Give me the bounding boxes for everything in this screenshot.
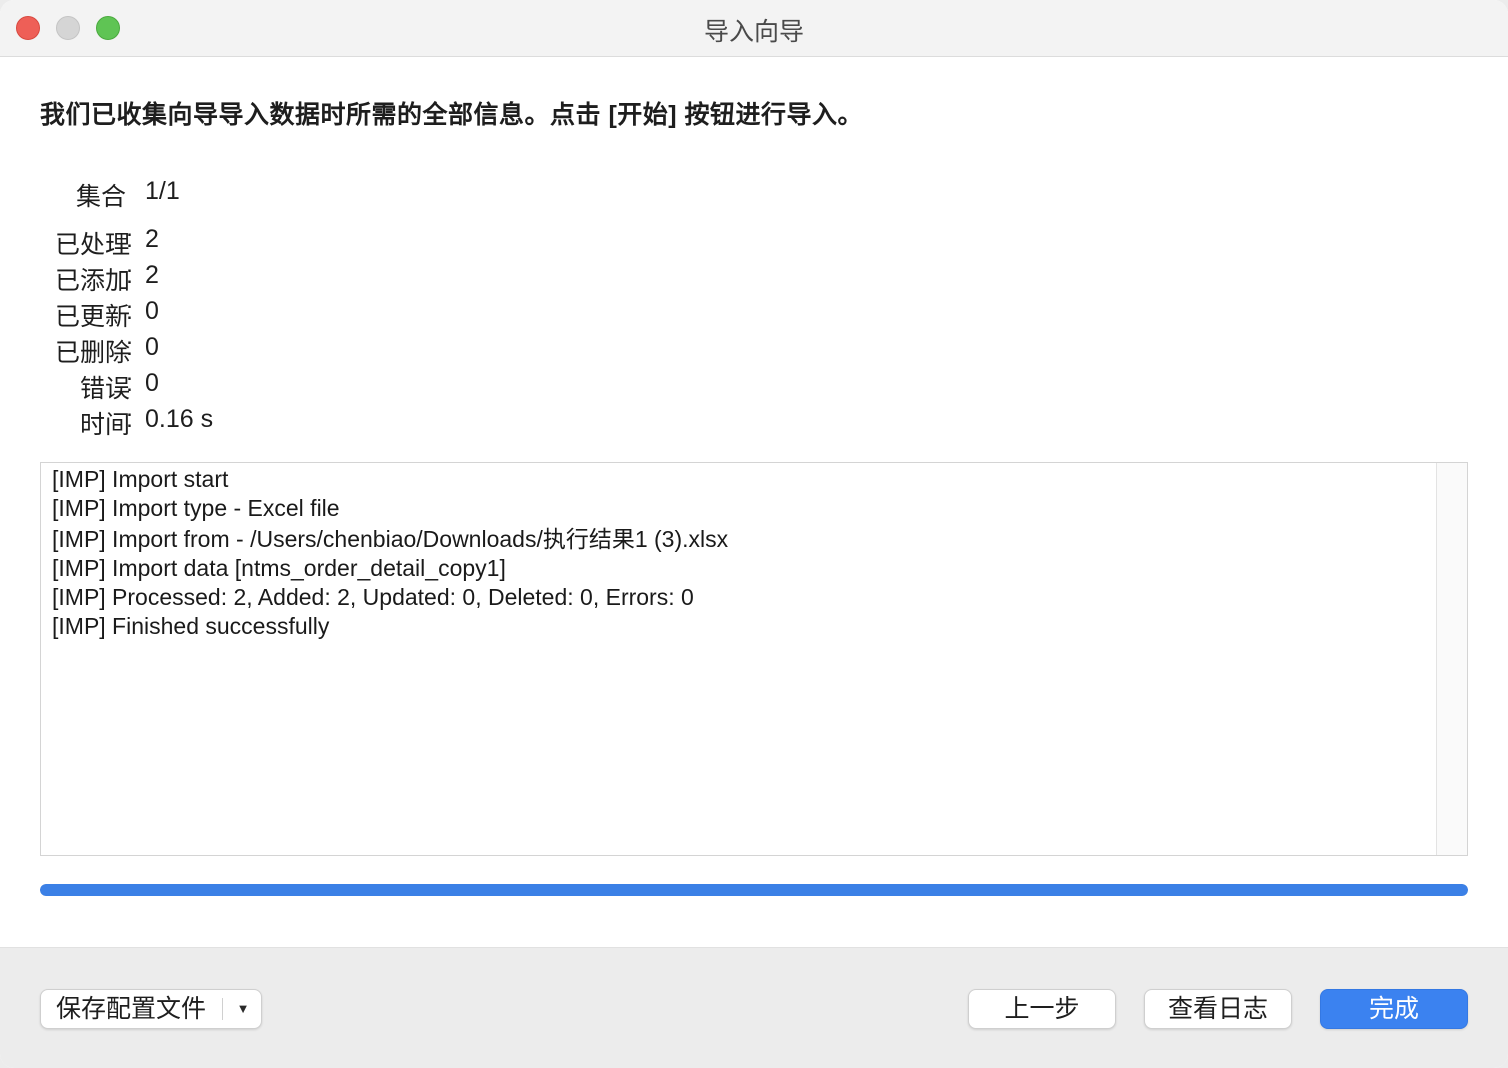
stat-row-time: 时间 : 0.16 s xyxy=(40,405,440,439)
stat-colon: : xyxy=(126,297,133,325)
finish-button[interactable]: 完成 xyxy=(1320,989,1468,1029)
dropdown-arrow-icon[interactable]: ▼ xyxy=(225,990,261,1028)
stat-value: 2 xyxy=(145,225,159,253)
stat-row-errors: 错误 : 0 xyxy=(40,369,440,403)
intro-text: 我们已收集向导导入数据时所需的全部信息。点击 [开始] 按钮进行导入。 xyxy=(40,101,864,129)
log-line: [IMP] Import start xyxy=(52,466,229,492)
stat-row-deleted: 已删除 : 0 xyxy=(40,333,440,367)
stat-label: 时间 xyxy=(79,411,130,439)
stat-label: 集合 xyxy=(75,183,126,211)
stat-label: 错误 xyxy=(79,375,130,403)
stat-label: 已删除 xyxy=(54,339,130,367)
wizard-footer: 保存配置文件 ▼ 上一步 查看日志 完成 xyxy=(0,947,1508,1068)
title-bar[interactable]: 导入向导 xyxy=(0,0,1508,57)
log-line: [IMP] Import data [ntms_order_detail_cop… xyxy=(52,555,506,581)
stat-row-processed: 已处理 : 2 xyxy=(40,225,440,259)
log-line: [IMP] Processed: 2, Added: 2, Updated: 0… xyxy=(52,584,694,610)
stat-colon: : xyxy=(126,261,133,289)
back-button[interactable]: 上一步 xyxy=(968,989,1116,1029)
stat-value: 0 xyxy=(145,297,159,325)
stat-value: 2 xyxy=(145,261,159,289)
stat-value: 1/1 xyxy=(145,177,180,205)
import-log-textarea[interactable]: [IMP] Import start [IMP] Import type - E… xyxy=(40,462,1468,856)
stat-colon: : xyxy=(126,405,133,433)
view-log-button[interactable]: 查看日志 xyxy=(1144,989,1292,1029)
stat-value: 0 xyxy=(145,333,159,361)
stat-row-added: 已添加 : 2 xyxy=(40,261,440,295)
stat-row-updated: 已更新 : 0 xyxy=(40,297,440,331)
save-profile-label[interactable]: 保存配置文件 xyxy=(41,990,221,1028)
log-scrollbar[interactable] xyxy=(1436,463,1467,855)
stat-value: 0 xyxy=(145,369,159,397)
stat-label: 已更新 xyxy=(54,303,130,331)
save-profile-button[interactable]: 保存配置文件 ▼ xyxy=(40,989,262,1029)
import-progress-bar xyxy=(40,884,1468,896)
stat-label: 已添加 xyxy=(54,267,130,295)
wizard-content: 我们已收集向导导入数据时所需的全部信息。点击 [开始] 按钮进行导入。 集合 1… xyxy=(0,57,1508,947)
stat-row-collection: 集合 1/1 xyxy=(40,177,440,211)
log-line: [IMP] Import type - Excel file xyxy=(52,495,340,521)
window-title: 导入向导 xyxy=(703,18,804,46)
log-line: [IMP] Finished successfully xyxy=(52,613,330,639)
log-line: [IMP] Import from - /Users/chenbiao/Down… xyxy=(52,526,729,552)
import-wizard-window: 导入向导 我们已收集向导导入数据时所需的全部信息。点击 [开始] 按钮进行导入。… xyxy=(0,0,1508,1068)
stat-colon: : xyxy=(126,369,133,397)
stat-colon: : xyxy=(126,333,133,361)
stat-value: 0.16 s xyxy=(145,405,214,433)
stat-label: 已处理 xyxy=(54,231,130,259)
stat-colon: : xyxy=(126,225,133,253)
progress-fill xyxy=(40,884,1468,896)
split-divider xyxy=(222,998,223,1020)
log-lines: [IMP] Import start [IMP] Import type - E… xyxy=(52,465,728,641)
